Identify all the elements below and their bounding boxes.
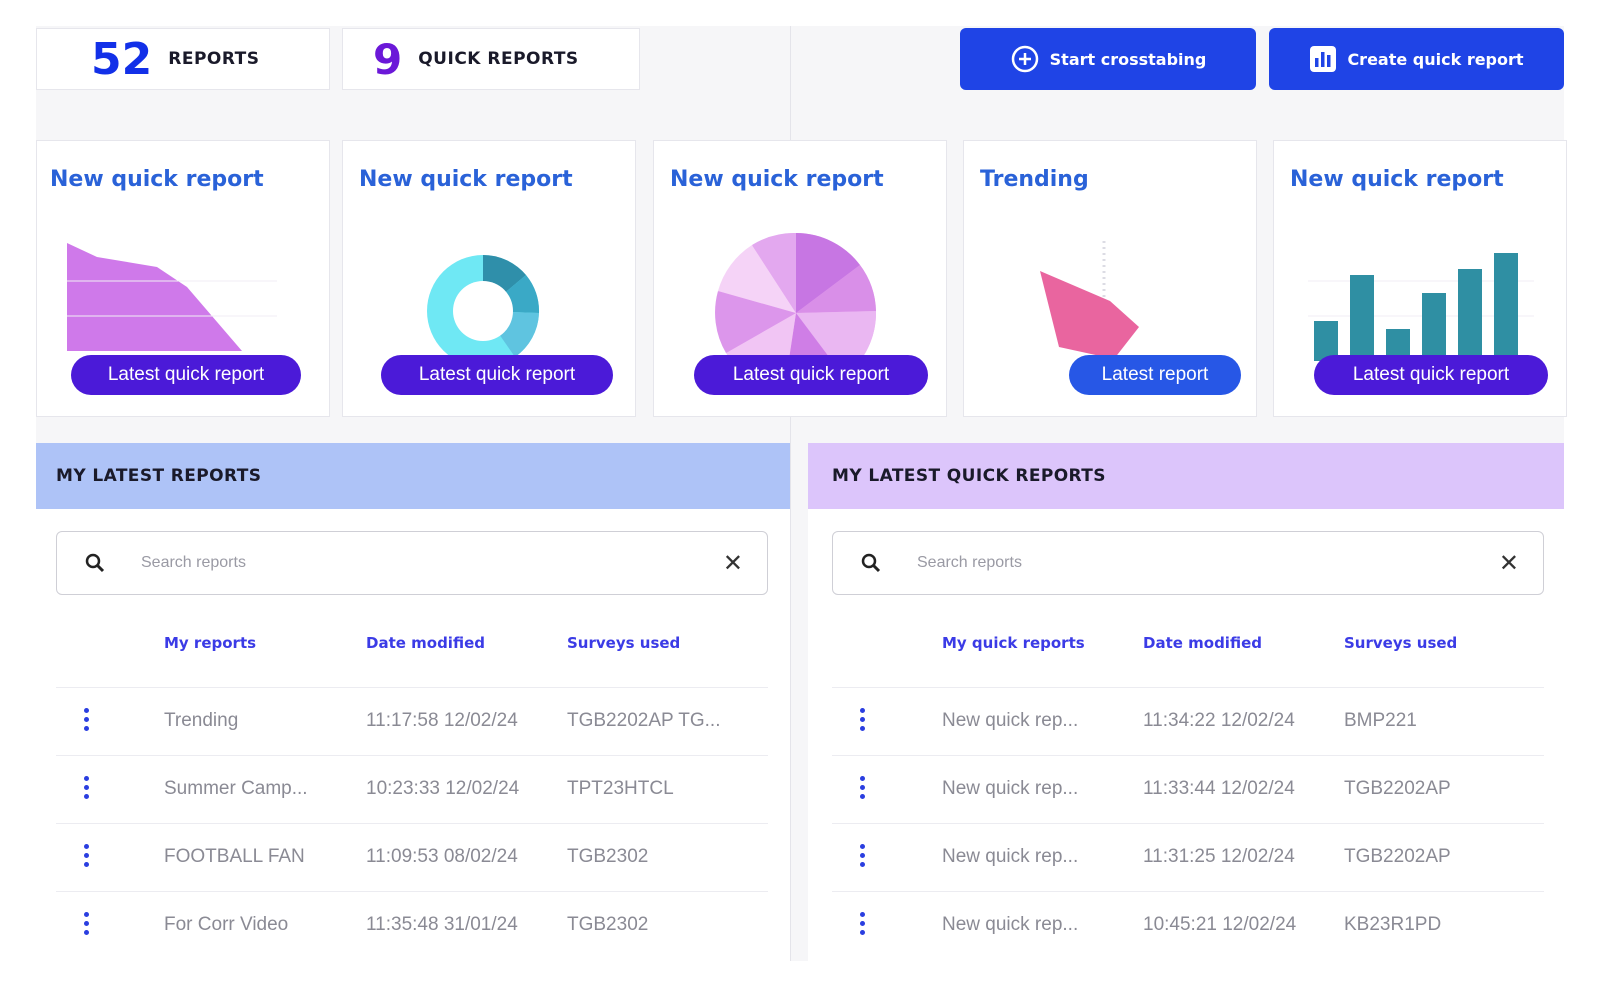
quick-report-surveys: BMP221 bbox=[1344, 710, 1417, 731]
quick-report-surveys: TGB2202AP bbox=[1344, 846, 1451, 867]
quick-report-name: New quick rep... bbox=[942, 846, 1079, 867]
quick-report-name: New quick rep... bbox=[942, 914, 1079, 935]
card-title: New quick report bbox=[1290, 167, 1504, 192]
table-row[interactable]: New quick rep... 11:31:25 12/02/24 TGB22… bbox=[832, 823, 1544, 891]
row-menu-icon[interactable] bbox=[860, 776, 866, 799]
report-card-2[interactable]: New quick report Latest quick report bbox=[342, 140, 636, 417]
quick-report-date: 11:33:44 12/02/24 bbox=[1143, 778, 1295, 799]
table-row[interactable]: New quick rep... 11:34:22 12/02/24 BMP22… bbox=[832, 687, 1544, 755]
latest-quick-report-button[interactable]: Latest quick report bbox=[71, 355, 301, 395]
table-row[interactable]: FOOTBALL FAN 11:09:53 08/02/24 TGB2302 bbox=[56, 823, 768, 891]
column-header-date-modified[interactable]: Date modified bbox=[366, 634, 485, 652]
report-name: Trending bbox=[164, 710, 239, 731]
my-latest-reports-header: MY LATEST REPORTS bbox=[36, 443, 790, 509]
column-header-surveys-used[interactable]: Surveys used bbox=[567, 634, 680, 652]
column-header-surveys-used[interactable]: Surveys used bbox=[1344, 634, 1457, 652]
create-quick-report-label: Create quick report bbox=[1347, 49, 1524, 69]
row-menu-icon[interactable] bbox=[84, 844, 90, 867]
column-header-my-quick-reports[interactable]: My quick reports bbox=[942, 634, 1085, 652]
bar-chart-icon bbox=[1309, 45, 1337, 73]
quick-report-date: 11:34:22 12/02/24 bbox=[1143, 710, 1295, 731]
report-card-1[interactable]: New quick report Latest quick report bbox=[36, 140, 330, 417]
card-title: New quick report bbox=[359, 167, 573, 192]
row-menu-icon[interactable] bbox=[860, 912, 866, 935]
report-card-3[interactable]: New quick report Latest quick report bbox=[653, 140, 947, 417]
table-row[interactable]: For Corr Video 11:35:48 31/01/24 TGB2302 bbox=[56, 891, 768, 959]
quick-report-name: New quick rep... bbox=[942, 710, 1079, 731]
my-latest-reports-panel: Search reports ✕ My reports Date modifie… bbox=[36, 509, 790, 961]
row-menu-icon[interactable] bbox=[84, 912, 90, 935]
report-date: 11:09:53 08/02/24 bbox=[366, 846, 518, 867]
card-title: New quick report bbox=[50, 167, 264, 192]
reports-count: 52 bbox=[91, 33, 153, 85]
table-row[interactable]: Summer Camp... 10:23:33 12/02/24 TPT23HT… bbox=[56, 755, 768, 823]
report-surveys: TGB2302 bbox=[567, 846, 649, 867]
quick-reports-count: 9 bbox=[373, 34, 403, 84]
row-menu-icon[interactable] bbox=[84, 776, 90, 799]
reports-counter: 52 REPORTS bbox=[36, 28, 330, 90]
search-icon bbox=[83, 551, 107, 575]
report-date: 10:23:33 12/02/24 bbox=[366, 778, 520, 799]
clear-search-icon[interactable]: ✕ bbox=[723, 549, 743, 577]
row-menu-icon[interactable] bbox=[860, 844, 866, 867]
card-title: Trending bbox=[980, 167, 1089, 192]
quick-reports-counter: 9 QUICK REPORTS bbox=[342, 28, 640, 90]
search-placeholder: Search reports bbox=[141, 554, 246, 571]
report-card-5[interactable]: New quick report Latest quick report bbox=[1273, 140, 1567, 417]
report-surveys: TGB2302 bbox=[567, 914, 649, 935]
reports-count-label: REPORTS bbox=[168, 49, 260, 69]
my-latest-quick-reports-panel: Search reports ✕ My quick reports Date m… bbox=[808, 509, 1564, 961]
latest-quick-report-button[interactable]: Latest quick report bbox=[1314, 355, 1548, 395]
latest-quick-report-button[interactable]: Latest quick report bbox=[694, 355, 928, 395]
report-card-4[interactable]: Trending Latest report bbox=[963, 140, 1257, 417]
start-crosstabing-label: Start crosstabing bbox=[1049, 49, 1207, 69]
search-icon bbox=[859, 551, 883, 575]
card-title: New quick report bbox=[670, 167, 884, 192]
create-quick-report-button[interactable]: Create quick report bbox=[1269, 28, 1564, 90]
my-latest-quick-reports-header: MY LATEST QUICK REPORTS bbox=[808, 443, 1564, 509]
report-surveys: TPT23HTCL bbox=[567, 778, 674, 799]
latest-report-button[interactable]: Latest report bbox=[1069, 355, 1241, 395]
quick-report-surveys: TGB2202AP bbox=[1344, 778, 1451, 799]
table-row[interactable]: New quick rep... 11:33:44 12/02/24 TGB22… bbox=[832, 755, 1544, 823]
start-crosstabing-button[interactable]: Start crosstabing bbox=[960, 28, 1256, 90]
report-name: FOOTBALL FAN bbox=[164, 846, 305, 867]
report-name: For Corr Video bbox=[164, 914, 289, 935]
quick-report-date: 11:31:25 12/02/24 bbox=[1143, 846, 1295, 867]
quick-reports-count-label: QUICK REPORTS bbox=[418, 49, 579, 69]
row-menu-icon[interactable] bbox=[84, 708, 90, 731]
column-header-date-modified[interactable]: Date modified bbox=[1143, 634, 1262, 652]
quick-report-date: 10:45:21 12/02/24 bbox=[1143, 914, 1297, 935]
quick-report-surveys: KB23R1PD bbox=[1344, 914, 1442, 935]
quick-reports-search-input[interactable]: Search reports ✕ bbox=[832, 531, 1544, 595]
table-row[interactable]: Trending 11:17:58 12/02/24 TGB2202AP TG.… bbox=[56, 687, 768, 755]
table-row[interactable]: New quick rep... 10:45:21 12/02/24 KB23R… bbox=[832, 891, 1544, 959]
plus-circle-icon bbox=[1010, 44, 1040, 74]
search-placeholder: Search reports bbox=[917, 554, 1022, 571]
report-name: Summer Camp... bbox=[164, 778, 308, 799]
report-date: 11:35:48 31/01/24 bbox=[366, 914, 518, 935]
reports-search-input[interactable]: Search reports ✕ bbox=[56, 531, 768, 595]
report-date: 11:17:58 12/02/24 bbox=[366, 710, 518, 731]
report-surveys: TGB2202AP TG... bbox=[567, 710, 721, 731]
column-header-my-reports[interactable]: My reports bbox=[164, 634, 256, 652]
row-menu-icon[interactable] bbox=[860, 708, 866, 731]
clear-search-icon[interactable]: ✕ bbox=[1499, 549, 1519, 577]
latest-quick-report-button[interactable]: Latest quick report bbox=[381, 355, 613, 395]
quick-report-name: New quick rep... bbox=[942, 778, 1079, 799]
